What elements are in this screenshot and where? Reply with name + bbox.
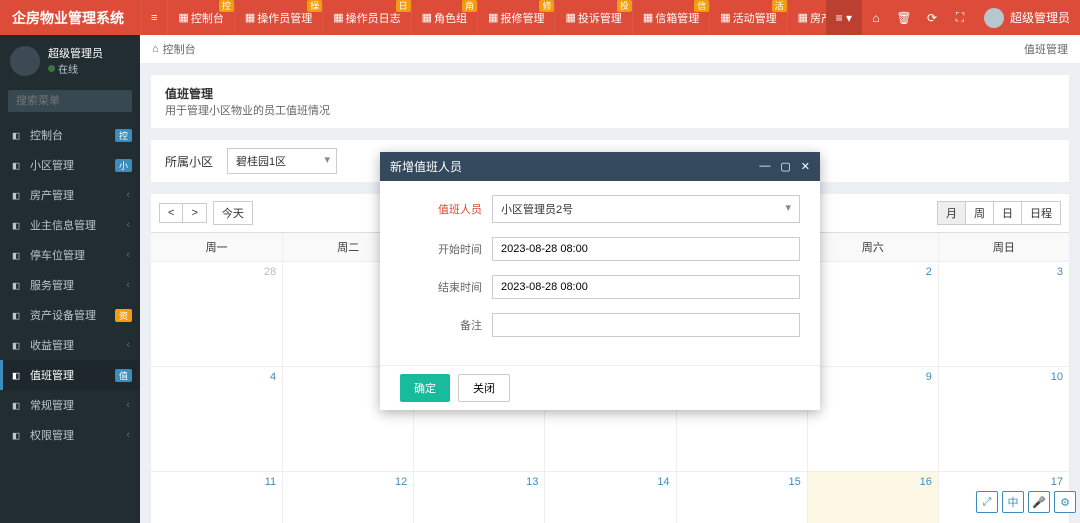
user-name: 超级管理员 (1010, 9, 1070, 26)
modal-add-duty: 新增值班人员 — ▢ ✕ 值班人员 小区管理员2号 开始时间 结束时间 备注 确… (380, 152, 820, 410)
sidebar-item[interactable]: ◧服务管理‹ (0, 270, 140, 300)
sidebar-menu: ◧控制台控◧小区管理小◧房产管理‹◧业主信息管理‹◧停车位管理‹◧服务管理‹◧资… (0, 120, 140, 450)
modal-title: 新增值班人员 (390, 158, 462, 175)
person-select[interactable]: 小区管理员2号 (492, 195, 800, 223)
top-tab[interactable]: ▦ 投诉管理投 (554, 0, 631, 35)
label-person: 值班人员 (400, 201, 492, 217)
search-input[interactable] (8, 90, 132, 112)
label-end: 结束时间 (400, 279, 492, 295)
calendar-cell[interactable]: 3 (938, 261, 1069, 366)
crumb-current: 值班管理 (1024, 41, 1068, 57)
float-lang-icon[interactable]: 中 (1002, 491, 1024, 513)
remark-input[interactable] (492, 313, 800, 337)
app-logo: 企房物业管理系统 (0, 0, 140, 35)
cal-view-btn[interactable]: 日程 (1022, 201, 1061, 225)
label-start: 开始时间 (400, 241, 492, 257)
cal-view-btn[interactable]: 日 (994, 201, 1022, 225)
float-mic-icon[interactable]: 🎤 (1028, 491, 1050, 513)
refresh-icon[interactable]: ⟳ (918, 11, 946, 25)
top-user[interactable]: 超级管理员 (974, 0, 1080, 35)
ok-button[interactable]: 确定 (400, 374, 450, 402)
calendar-cell[interactable]: 16 (807, 471, 938, 523)
sidebar-item[interactable]: ◧小区管理小 (0, 150, 140, 180)
top-tab[interactable]: ▦ 操作员管理操 (234, 0, 322, 35)
calendar-cell[interactable]: 10 (938, 366, 1069, 471)
modal-header[interactable]: 新增值班人员 — ▢ ✕ (380, 152, 820, 181)
crumb-home[interactable]: 控制台 (163, 41, 196, 57)
close-button[interactable]: 关闭 (458, 374, 510, 402)
modal-min-icon[interactable]: — (759, 160, 770, 173)
calendar-cell[interactable]: 28 (151, 261, 282, 366)
panel-head: 值班管理 用于管理小区物业的员工值班情况 (150, 74, 1070, 129)
nav-more[interactable]: ≡ ▾ (826, 0, 862, 35)
fullscreen-icon[interactable]: ⛶ (946, 10, 974, 25)
sidebar-item[interactable]: ◧权限管理‹ (0, 420, 140, 450)
avatar (984, 8, 1004, 28)
top-bar: 企房物业管理系统 ≡ ▦ 控制台控▦ 操作员管理操▦ 操作员日志日▦ 角色组角▦… (0, 0, 1080, 35)
top-tab[interactable]: ▦ 信箱管理信 (632, 0, 709, 35)
modal-footer: 确定 关闭 (380, 365, 820, 410)
calendar-cell[interactable]: 2 (807, 261, 938, 366)
cal-views: 月周日日程 (937, 201, 1061, 225)
sidebar-item[interactable]: ◧业主信息管理‹ (0, 210, 140, 240)
sidebar-avatar (10, 46, 40, 76)
sidebar-item[interactable]: ◧常规管理‹ (0, 390, 140, 420)
sidebar-item[interactable]: ◧资产设备管理资 (0, 300, 140, 330)
trash-icon[interactable]: 🗑 (890, 11, 918, 25)
modal-close-icon[interactable]: ✕ (801, 160, 810, 173)
weekday-header: 周六 (807, 233, 938, 261)
float-buttons: ⤢ 中 🎤 ⚙ (976, 491, 1076, 513)
top-nav: ≡ ▦ 控制台控▦ 操作员管理操▦ 操作员日志日▦ 角色组角▦ 报修管理修▦ 投… (140, 0, 826, 35)
home-icon[interactable]: ⌂ (862, 11, 890, 25)
nav-burger[interactable]: ≡ (140, 0, 167, 35)
community-select[interactable]: 碧桂园1区 (227, 148, 337, 174)
sidebar-search (8, 90, 132, 112)
top-icons: ⌂ 🗑 ⟳ ⛶ (862, 0, 974, 35)
end-time-input[interactable] (492, 275, 800, 299)
filter-label: 所属小区 (165, 153, 213, 170)
calendar-cell[interactable]: 9 (807, 366, 938, 471)
panel-desc: 用于管理小区物业的员工值班情况 (165, 105, 330, 117)
sidebar-item[interactable]: ◧控制台控 (0, 120, 140, 150)
calendar-cell[interactable]: 4 (151, 366, 282, 471)
calendar-cell[interactable]: 14 (544, 471, 675, 523)
cal-view-btn[interactable]: 月 (937, 201, 966, 225)
sidebar-item[interactable]: ◧停车位管理‹ (0, 240, 140, 270)
top-tab[interactable]: ▦ 操作员日志日 (322, 0, 410, 35)
sidebar-item[interactable]: ◧值班管理值 (0, 360, 140, 390)
top-tab[interactable]: ▦ 报修管理修 (477, 0, 554, 35)
home-icon: ⌂ (152, 43, 159, 55)
sidebar-item[interactable]: ◧房产管理‹ (0, 180, 140, 210)
top-tab[interactable]: ▦ 活动管理活 (709, 0, 786, 35)
calendar-cell[interactable]: 13 (413, 471, 544, 523)
calendar-cell[interactable]: 12 (282, 471, 413, 523)
sidebar-username: 超级管理员 (48, 45, 103, 61)
float-expand-icon[interactable]: ⤢ (976, 491, 998, 513)
weekday-header: 周日 (938, 233, 1069, 261)
modal-body: 值班人员 小区管理员2号 开始时间 结束时间 备注 (380, 181, 820, 365)
sidebar-user: 超级管理员 在线 (0, 35, 140, 86)
modal-max-icon[interactable]: ▢ (780, 160, 790, 173)
cal-today[interactable]: 今天 (213, 201, 253, 225)
panel-title: 值班管理 (165, 87, 213, 101)
weekday-header: 周一 (151, 233, 282, 261)
start-time-input[interactable] (492, 237, 800, 261)
top-tab[interactable]: ▦ 控制台控 (167, 0, 233, 35)
sidebar-item[interactable]: ◧收益管理‹ (0, 330, 140, 360)
sidebar: 超级管理员 在线 ◧控制台控◧小区管理小◧房产管理‹◧业主信息管理‹◧停车位管理… (0, 35, 140, 523)
calendar-cell[interactable]: 15 (676, 471, 807, 523)
float-settings-icon[interactable]: ⚙ (1054, 491, 1076, 513)
cal-next[interactable]: > (183, 203, 206, 223)
breadcrumb: ⌂ 控制台 值班管理 (140, 35, 1080, 64)
cal-prev[interactable]: < (159, 203, 183, 223)
cal-view-btn[interactable]: 周 (966, 201, 994, 225)
top-tab[interactable]: ▦ 房产管理房 (787, 0, 826, 35)
calendar-cell[interactable]: 11 (151, 471, 282, 523)
label-remark: 备注 (400, 317, 492, 333)
top-tab[interactable]: ▦ 角色组角 (411, 0, 477, 35)
sidebar-status: 在线 (48, 61, 103, 76)
